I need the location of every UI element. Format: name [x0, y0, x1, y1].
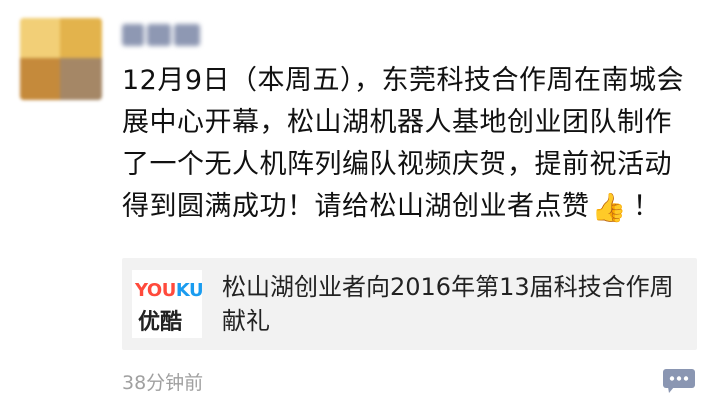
- username-blurred[interactable]: [122, 20, 208, 50]
- shared-link-card[interactable]: YOUKU 优酷 松山湖创业者向2016年第13届科技合作周献礼: [122, 258, 697, 350]
- post-text-end: ！: [632, 191, 661, 222]
- link-title: 松山湖创业者向2016年第13届科技合作周献礼: [222, 273, 674, 335]
- youku-logo-wordmark: YOUKU: [135, 280, 204, 301]
- thumbs-up-icon: 👍: [591, 191, 627, 224]
- youku-logo-icon: YOUKU 优酷: [132, 270, 204, 338]
- avatar[interactable]: [20, 18, 102, 100]
- comment-bubble-icon[interactable]: [662, 368, 696, 394]
- moments-post: 12月9日（本周五），东莞科技合作周在南城会展中心开幕，松山湖机器人基地创业团队…: [0, 0, 714, 405]
- youku-logo-cn: 优酷: [138, 310, 183, 335]
- post-text: 12月9日（本周五），东莞科技合作周在南城会展中心开幕，松山湖机器人基地创业团队…: [122, 60, 692, 228]
- post-time: 38分钟前: [122, 372, 204, 394]
